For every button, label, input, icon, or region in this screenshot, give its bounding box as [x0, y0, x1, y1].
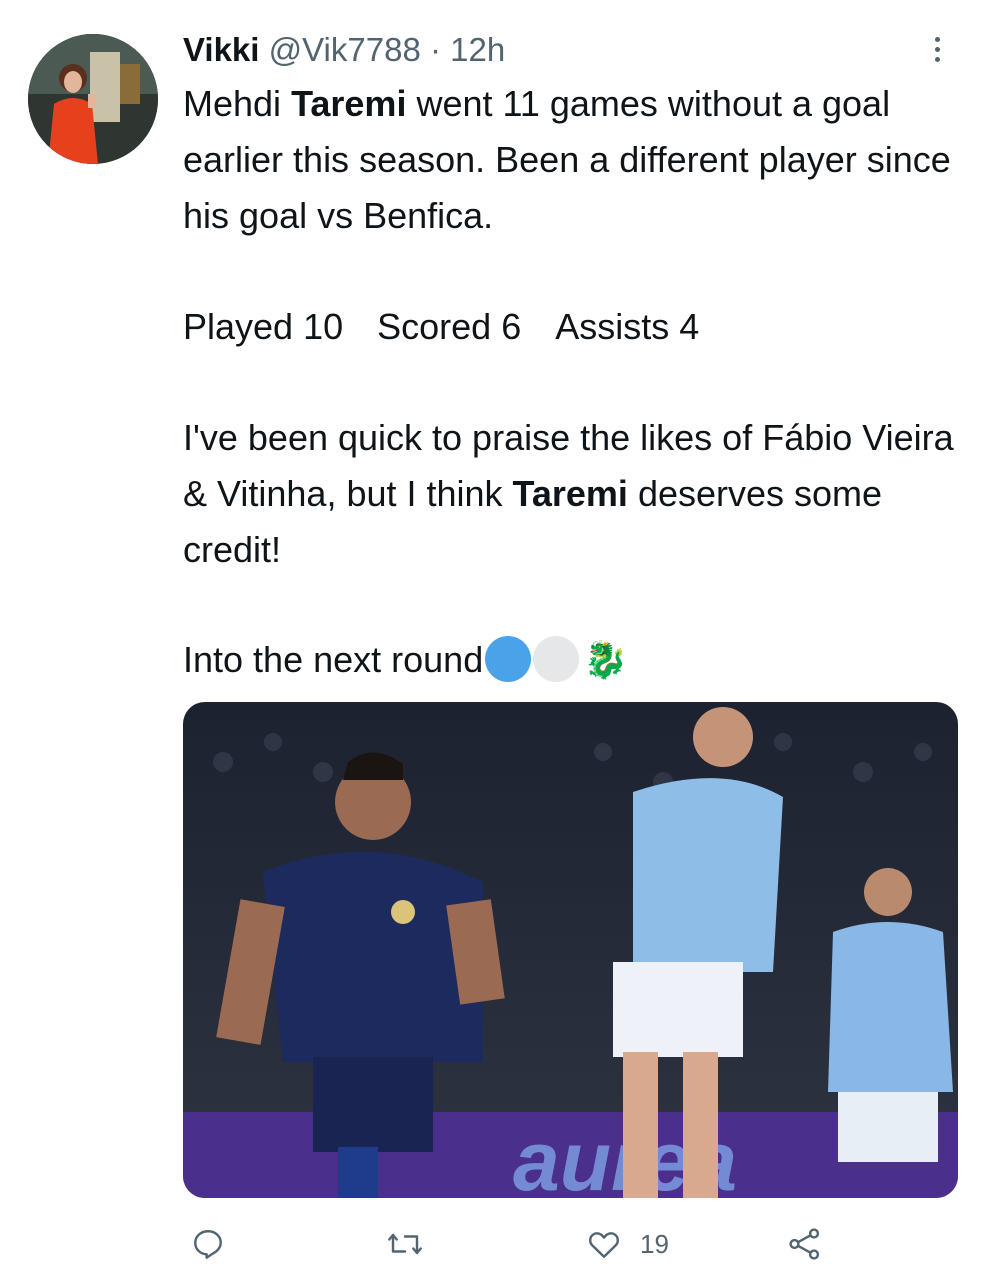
like-button[interactable]: 19	[586, 1226, 669, 1262]
football-player-photo: aurea	[183, 702, 958, 1198]
white-circle-emoji	[533, 636, 580, 682]
author-avatar[interactable]	[28, 34, 158, 164]
author-name[interactable]: Vikki	[183, 31, 259, 68]
share-icon	[789, 1228, 820, 1260]
tweet-header: Vikki @Vik7788 · 12h	[183, 30, 505, 70]
tweet-actions: 19	[0, 1220, 985, 1270]
reply-icon	[194, 1230, 222, 1259]
stat-scored: Scored 6	[377, 306, 522, 347]
author-handle[interactable]: @Vik7788	[269, 31, 421, 68]
retweet-icon	[388, 1233, 422, 1255]
avatar-image	[28, 34, 158, 164]
reply-button[interactable]	[190, 1226, 226, 1262]
blue-circle-emoji	[485, 636, 532, 682]
tweet-paragraph-3: I've been quick to praise the likes of F…	[183, 410, 963, 578]
tweet-paragraph-4: Into the next round 🐉	[183, 632, 963, 688]
p3-highlight: Taremi	[512, 473, 628, 514]
like-count: 19	[640, 1228, 669, 1259]
more-options-icon[interactable]	[922, 32, 952, 68]
tweet-paragraph-1: Mehdi Taremi went 11 games without a goa…	[183, 76, 963, 244]
tweet-timestamp[interactable]: 12h	[450, 31, 505, 68]
dragon-emoji: 🐉	[583, 639, 629, 680]
p1-text-pre: Mehdi	[183, 83, 292, 124]
tweet-stats-line: Played 10 Scored 6 Assists 4	[183, 299, 963, 355]
share-button[interactable]	[785, 1226, 825, 1262]
stat-played: Played 10	[183, 306, 344, 347]
heart-icon	[589, 1232, 619, 1258]
header-separator: ·	[420, 31, 451, 68]
retweet-button[interactable]	[385, 1226, 425, 1262]
stat-assists: Assists 4	[555, 306, 700, 347]
tweet-photo[interactable]: aurea	[183, 702, 958, 1198]
p4-text: Into the next round	[183, 639, 484, 680]
p1-highlight: Taremi	[291, 83, 407, 124]
